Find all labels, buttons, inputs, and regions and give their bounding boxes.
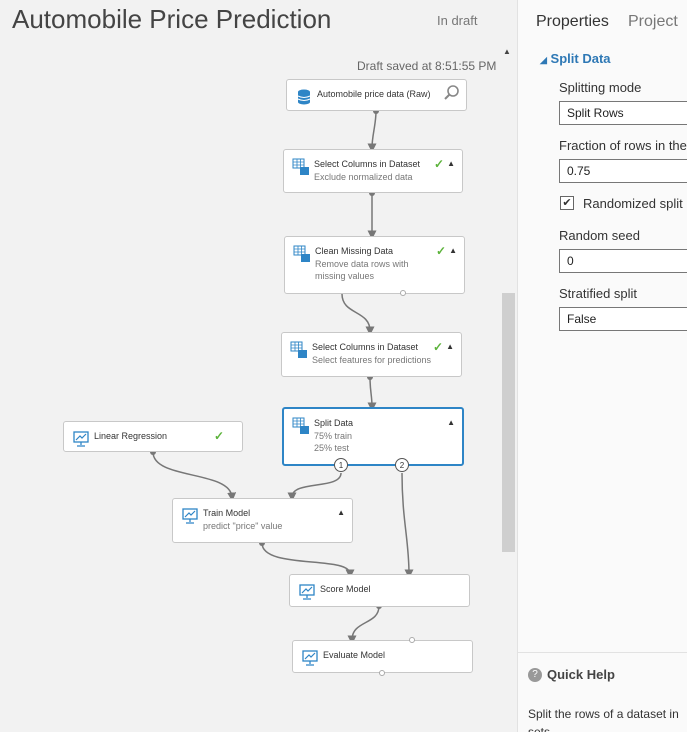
model-icon <box>299 584 315 600</box>
module-description: Exclude normalized data <box>314 172 413 182</box>
module-name: Linear Regression <box>94 431 168 441</box>
wire-train-score <box>261 542 355 579</box>
stratified-split-select[interactable]: False <box>559 307 687 331</box>
module-name: Clean Missing Data <box>315 246 394 256</box>
wire-split1-train <box>287 472 342 502</box>
help-question-icon: ? <box>528 668 542 682</box>
model-icon <box>73 431 89 447</box>
collapse-caret-icon[interactable]: ▲ <box>446 342 454 351</box>
quick-help-title: Quick Help <box>547 667 615 682</box>
checkmark-icon: ✓ <box>213 429 224 443</box>
model-icon <box>302 650 318 666</box>
module-evaluate-model[interactable]: Evaluate Model <box>292 640 473 673</box>
split-output-port-2[interactable]: 2 <box>395 458 409 472</box>
visualize-magnifier-icon[interactable] <box>442 83 462 103</box>
table-split-icon <box>292 417 309 434</box>
tab-properties[interactable]: Properties <box>536 13 609 31</box>
module-score-model[interactable]: Score Model <box>289 574 470 607</box>
evaluate-input-port-2[interactable] <box>409 637 415 643</box>
module-description: Remove data rows with missing values <box>315 259 409 281</box>
output-port[interactable] <box>400 290 406 296</box>
collapse-caret-icon[interactable]: ▲ <box>337 508 345 517</box>
module-name: Split Data <box>314 418 354 428</box>
fraction-input[interactable]: 0.75 <box>559 159 687 183</box>
checkmark-icon: ✓ <box>432 340 443 354</box>
wire-clean-select2 <box>341 293 375 336</box>
tab-project[interactable]: Project <box>628 13 678 31</box>
module-name: Select Columns in Dataset <box>314 159 421 169</box>
splitting-mode-select[interactable]: Split Rows <box>559 101 687 125</box>
module-name: Train Model <box>203 508 251 518</box>
module-name: Automobile price data (Raw) <box>317 89 431 99</box>
table-columns-icon <box>290 341 307 358</box>
table-columns-icon <box>292 158 309 175</box>
random-seed-input[interactable]: 0 <box>559 249 687 273</box>
collapse-caret-icon[interactable]: ▲ <box>447 159 455 168</box>
wire-select2-split <box>367 376 377 412</box>
evaluate-output-port[interactable] <box>379 670 385 676</box>
checkmark-icon: ✓ <box>433 157 444 171</box>
module-select-columns-2[interactable]: Select Columns in Dataset Select feature… <box>281 332 462 377</box>
module-train-model[interactable]: Train Model predict "price" value ▲ <box>172 498 353 543</box>
wire-split2-score <box>401 472 414 579</box>
module-name: Evaluate Model <box>323 650 386 660</box>
module-name: Select Columns in Dataset <box>312 342 419 352</box>
stratified-split-label: Stratified split <box>559 286 638 301</box>
module-linear-regression[interactable]: Linear Regression ✓ <box>63 421 243 452</box>
model-icon <box>182 508 198 524</box>
splitting-mode-label: Splitting mode <box>559 80 642 95</box>
properties-panel: Properties Project ◢ Split Data Splittin… <box>517 0 687 732</box>
random-seed-label: Random seed <box>559 228 640 243</box>
module-select-columns-1[interactable]: Select Columns in Dataset Exclude normal… <box>283 149 463 193</box>
database-icon <box>297 89 311 105</box>
section-split-data[interactable]: ◢ Split Data <box>540 51 611 66</box>
section-title: Split Data <box>550 51 611 66</box>
randomized-split-label: Randomized split <box>583 196 683 211</box>
quick-help: ? Quick Help Split the rows of a dataset… <box>518 652 687 732</box>
fraction-label: Fraction of rows in the <box>559 138 687 153</box>
wire-dataset-select1 <box>367 110 377 153</box>
collapse-caret-icon[interactable]: ▲ <box>449 246 457 255</box>
module-name: Score Model <box>320 584 371 594</box>
randomized-split-checkbox[interactable]: ✔ <box>560 196 574 210</box>
experiment-canvas[interactable]: Automobile Price Prediction In draft Dra… <box>0 0 517 732</box>
module-description: Select features for predictions <box>312 355 432 365</box>
wire-score-evaluate <box>347 605 380 645</box>
module-description: predict "price" value <box>203 521 283 531</box>
module-split-data[interactable]: Split Data 75% train 25% test ▲ <box>282 407 464 466</box>
wire-linreg-train <box>152 451 237 502</box>
table-clean-icon <box>293 245 310 262</box>
quick-help-text: Split the rows of a dataset in sets <box>528 707 679 732</box>
collapse-caret-icon[interactable]: ▲ <box>447 418 455 427</box>
split-output-port-1[interactable]: 1 <box>334 458 348 472</box>
module-clean-missing-data[interactable]: Clean Missing Data Remove data rows with… <box>284 236 465 296</box>
module-automobile-price-data[interactable]: Automobile price data (Raw) <box>286 79 467 111</box>
checkmark-icon: ✓ <box>435 244 446 258</box>
collapse-triangle-icon: ◢ <box>540 55 547 65</box>
module-description: 75% train 25% test <box>314 431 353 453</box>
